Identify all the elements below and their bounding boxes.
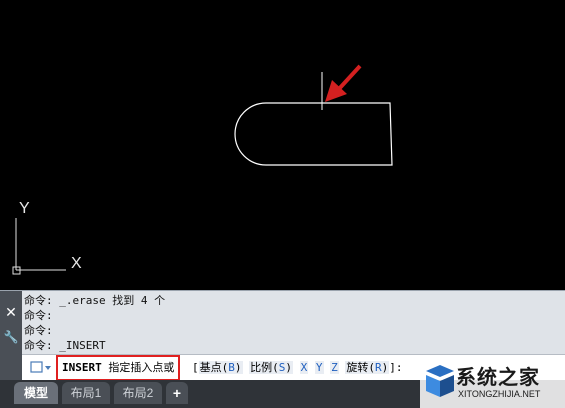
watermark-logo: 系统之家 XITONGZHIJIA.NET [420, 357, 565, 408]
close-icon[interactable]: ✕ [3, 305, 19, 321]
drawing-canvas[interactable]: Y X [0, 0, 565, 290]
tab-model[interactable]: 模型 [14, 382, 58, 404]
slot-shape[interactable] [234, 102, 393, 166]
drawing-svg [12, 64, 393, 275]
bracket-close: ]: [389, 361, 403, 374]
x-axis-label: X [71, 255, 82, 272]
option-scale[interactable]: 比例(S) [249, 361, 293, 374]
command-options: [基点(B) 比例(S) X Y Z 旋转(R)]: [192, 355, 403, 380]
option-y[interactable]: Y [314, 361, 324, 374]
option-z[interactable]: Z [330, 361, 339, 374]
watermark-title: 系统之家 [456, 365, 540, 389]
prompt-command: INSERT [62, 361, 102, 374]
ucs-icon [12, 218, 66, 275]
y-axis-label: Y [19, 200, 30, 217]
command-prompt-highlight[interactable]: INSERT 指定插入点或 [56, 355, 181, 381]
command-sidebar: ✕ 🔧 [0, 291, 22, 381]
option-basepoint[interactable]: 基点(B) [198, 361, 243, 374]
tab-layout1[interactable]: 布局1 [62, 382, 110, 404]
watermark-url: XITONGZHIJIA.NET [458, 389, 541, 399]
history-line: 命令: [24, 309, 53, 322]
history-line: 命令: _.erase 找到 4 个 [24, 294, 166, 307]
add-layout-button[interactable]: + [166, 382, 188, 404]
option-x[interactable]: X [299, 361, 309, 374]
bracket-open: [ [192, 361, 199, 374]
command-history: 命令: _.erase 找到 4 个 命令: 命令: 命令: _INSERT [24, 293, 564, 353]
prompt-text: 指定插入点或 [108, 361, 175, 374]
history-line: 命令: _INSERT [24, 339, 106, 352]
history-line: 命令: [24, 324, 53, 337]
option-rotate[interactable]: 旋转(R) [345, 361, 390, 374]
settings-icon[interactable]: 🔧 [3, 329, 19, 345]
tab-layout2[interactable]: 布局2 [114, 382, 162, 404]
command-prompt-icon[interactable] [30, 359, 52, 375]
red-arrow-icon [325, 64, 362, 102]
